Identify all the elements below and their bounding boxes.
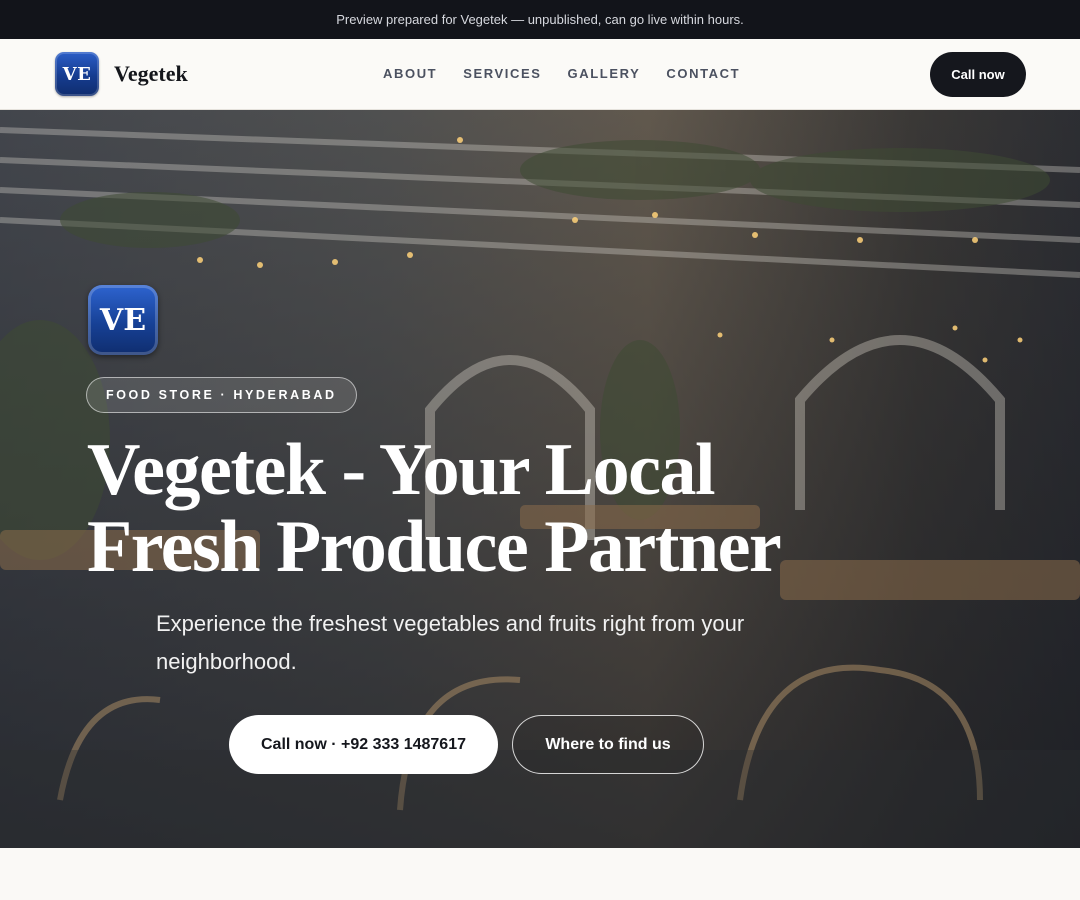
hero-headline: Vegetek - Your Local Fresh Produce Partn… [87, 429, 782, 588]
hero-logo-text: VE [99, 302, 147, 338]
menu-item-contact[interactable]: CONTACT [666, 66, 740, 81]
call-now-button[interactable]: Call now · +92 333 1487617 [229, 715, 498, 774]
brand-link[interactable]: VE Vegetek [55, 52, 188, 96]
hero-section: VE FOOD STORE · HYDERABAD Vegetek - Your… [0, 110, 1080, 848]
brand-logo-text: VE [62, 63, 92, 85]
main-menu: ABOUT SERVICES GALLERY CONTACT [383, 66, 766, 81]
hero-logo: VE [88, 285, 158, 355]
category-badge: FOOD STORE · HYDERABAD [86, 377, 357, 413]
menu-item-gallery[interactable]: GALLERY [568, 66, 641, 81]
hero-subtext: Experience the freshest vegetables and f… [156, 611, 745, 674]
brand-logo: VE [55, 52, 99, 96]
brand-name: Vegetek [114, 61, 188, 86]
announcement-bar: Preview prepared for Vegetek — unpublish… [0, 0, 1080, 39]
find-us-button[interactable]: Where to find us [512, 715, 704, 774]
menu-item-about[interactable]: ABOUT [383, 66, 437, 81]
announcement-text: Preview prepared for Vegetek — unpublish… [336, 12, 744, 27]
menu-item-services[interactable]: SERVICES [463, 66, 541, 81]
header-call-button[interactable]: Call now [930, 52, 1026, 97]
site-header: VE Vegetek ABOUT SERVICES GALLERY CONTAC… [0, 39, 1080, 110]
